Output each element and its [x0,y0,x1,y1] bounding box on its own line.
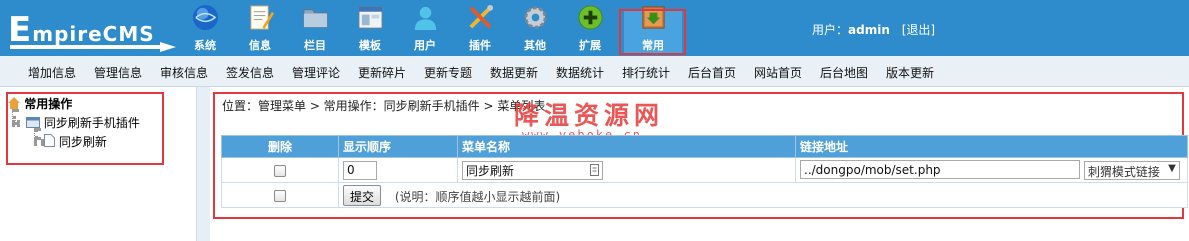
page-icon [44,134,55,147]
submit-button[interactable]: 提交 [343,184,382,206]
tree-connector [12,120,20,124]
nav-other[interactable]: 其他 [512,0,558,56]
table-footer-row: 提交 (说明：顺序值越小显示越前面) [221,182,1188,208]
globe-icon [192,4,219,31]
order-input[interactable] [343,160,377,180]
column-header-name: 菜单名称 [457,135,796,158]
tree-connector [34,139,44,143]
delete-checkbox[interactable] [274,164,286,177]
folder-icon [26,117,40,128]
toolbar-ranking-stats[interactable]: 排行统计 [622,64,670,81]
toolbar-update-topics[interactable]: 更新专题 [424,64,472,81]
toolbar-add-info[interactable]: 增加信息 [28,64,76,81]
tree-root[interactable]: 常用操作 [8,95,72,112]
tree-item-sync-plugin[interactable]: 同步刷新手机插件 [26,114,140,131]
column-header-delete: 删除 [221,135,339,158]
link-url-input[interactable] [800,160,1080,180]
window-template-icon [358,6,383,29]
watermark: 降温资源网 [514,101,665,130]
toolbar-data-stats[interactable]: 数据统计 [556,64,604,81]
toolbar-review-info[interactable]: 审核信息 [160,64,208,81]
user-info: 用户：admin [退出] [812,23,936,37]
nav-system[interactable]: 系统 [182,0,228,56]
toolbar-manage-comments[interactable]: 管理评论 [292,64,340,81]
delete-cell [221,157,339,183]
link-cell: 刺猬模式链接 ▼ [795,157,1188,183]
toolbar-sign-info[interactable]: 签发信息 [226,64,274,81]
tree-item-sync-refresh[interactable]: 同步刷新 [44,133,107,150]
toolbar-admin-map[interactable]: 后台地图 [820,64,868,81]
top-header: EmpireCMS 系统 信息 栏目 模板 用户 插件 其他 扩展 常用 用户：… [0,0,1189,56]
name-cell [457,157,796,183]
panel-separator[interactable] [196,87,210,241]
nav-info[interactable]: 信息 [237,0,283,56]
document-edit-icon [250,5,274,30]
order-note: (说明：顺序值越小显示越前面) [394,189,561,204]
home-icon [8,97,20,109]
breadcrumb: 位置：管理菜单 > 常用操作：同步刷新手机插件 > 菜单列表 [222,99,546,113]
column-header-order: 显示顺序 [338,135,458,158]
menu-table: 删除 显示顺序 菜单名称 链接地址 刺猬模式链接 ▼ [221,135,1188,208]
toolbar-site-home[interactable]: 网站首页 [754,64,802,81]
input-lock-icon [590,163,599,176]
nav-template[interactable]: 模板 [347,0,393,56]
submit-cell: 提交 (说明：顺序值越小显示越前面) [338,182,1188,208]
empirecms-logo[interactable]: EmpireCMS [4,6,176,52]
nav-plugins[interactable]: 插件 [457,0,503,56]
toolbar-manage-info[interactable]: 管理信息 [94,64,142,81]
toolbar-admin-home[interactable]: 后台首页 [688,64,736,81]
toolbar-data-update[interactable]: 数据更新 [490,64,538,81]
user-icon [414,6,437,31]
column-header-link: 链接地址 [795,135,1188,158]
quick-toolbar: 增加信息 管理信息 审核信息 签发信息 管理评论 更新碎片 更新专题 数据更新 … [0,56,1189,87]
select-all-cell [221,182,339,208]
user-name: admin [848,23,890,37]
link-mode-select[interactable]: 刺猬模式链接 ▼ [1083,160,1180,180]
logout-link[interactable]: [退出] [902,23,935,37]
gear-icon [524,6,547,29]
chevron-down-icon: ▼ [1168,162,1176,174]
toolbar-version-update[interactable]: 版本更新 [886,64,934,81]
folder-icon [303,9,328,28]
tools-icon [469,4,494,29]
select-all-checkbox[interactable] [274,189,286,202]
table-row: 刺猬模式链接 ▼ [221,157,1188,183]
plus-circle-icon [578,5,603,30]
nav-user[interactable]: 用户 [402,0,448,56]
toolbar-update-fragments[interactable]: 更新碎片 [358,64,406,81]
table-header-row: 删除 显示顺序 菜单名称 链接地址 [221,135,1188,158]
nav-highlight-frame [619,9,686,55]
menu-name-input[interactable] [462,160,603,180]
logo-arrow-icon [10,42,176,52]
nav-extend[interactable]: 扩展 [567,0,613,56]
order-cell [338,157,458,183]
nav-columns[interactable]: 栏目 [292,0,338,56]
